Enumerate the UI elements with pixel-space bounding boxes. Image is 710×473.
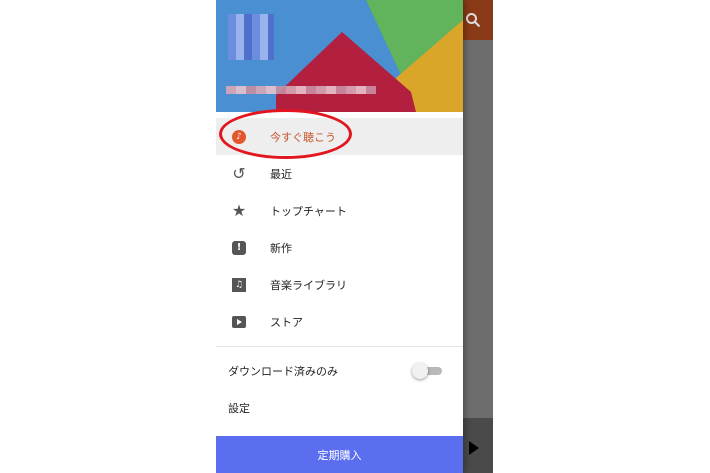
account-header[interactable] <box>216 0 463 112</box>
search-icon <box>466 13 481 28</box>
menu-item-label: ストア <box>270 315 303 329</box>
downloaded-only-toggle[interactable] <box>412 363 442 379</box>
downloaded-only-row[interactable]: ダウンロード済みのみ <box>216 355 463 387</box>
downloaded-only-label: ダウンロード済みのみ <box>228 365 338 378</box>
play-icon[interactable] <box>469 441 479 455</box>
menu-item-label: 最近 <box>270 167 292 181</box>
divider <box>216 346 463 347</box>
account-name-pixelated <box>226 86 376 94</box>
menu-item-music-library[interactable]: ♫ 音楽ライブラリ <box>216 266 463 303</box>
menu-item-recent[interactable]: ↺ 最近 <box>216 155 463 192</box>
highlight-annotation-circle <box>219 109 352 159</box>
phone-screen: ♪ 今すぐ聴こう ↺ 最近 ★ トップチャート ! 新作 ♫ 音楽ライブラリ ス… <box>216 0 493 473</box>
menu-item-label: トップチャート <box>270 204 347 218</box>
subscribe-button[interactable]: 定期購入 <box>216 436 463 473</box>
menu-item-store[interactable]: ストア <box>216 303 463 340</box>
settings-label: 設定 <box>228 402 250 415</box>
menu-item-new-releases[interactable]: ! 新作 <box>216 229 463 266</box>
new-release-icon: ! <box>232 240 246 255</box>
store-icon <box>232 315 246 328</box>
menu-item-label: 新作 <box>270 241 292 255</box>
avatar[interactable] <box>228 14 274 60</box>
toggle-thumb[interactable] <box>412 363 428 379</box>
menu-item-top-charts[interactable]: ★ トップチャート <box>216 192 463 229</box>
library-music-icon: ♫ <box>232 277 246 292</box>
menu-item-label: 音楽ライブラリ <box>270 278 347 292</box>
subscribe-label: 定期購入 <box>317 448 362 462</box>
history-icon: ↺ <box>232 164 246 183</box>
settings-item[interactable]: 設定 <box>216 394 463 422</box>
navigation-drawer: ♪ 今すぐ聴こう ↺ 最近 ★ トップチャート ! 新作 ♫ 音楽ライブラリ ス… <box>216 0 463 473</box>
star-icon: ★ <box>231 201 247 220</box>
